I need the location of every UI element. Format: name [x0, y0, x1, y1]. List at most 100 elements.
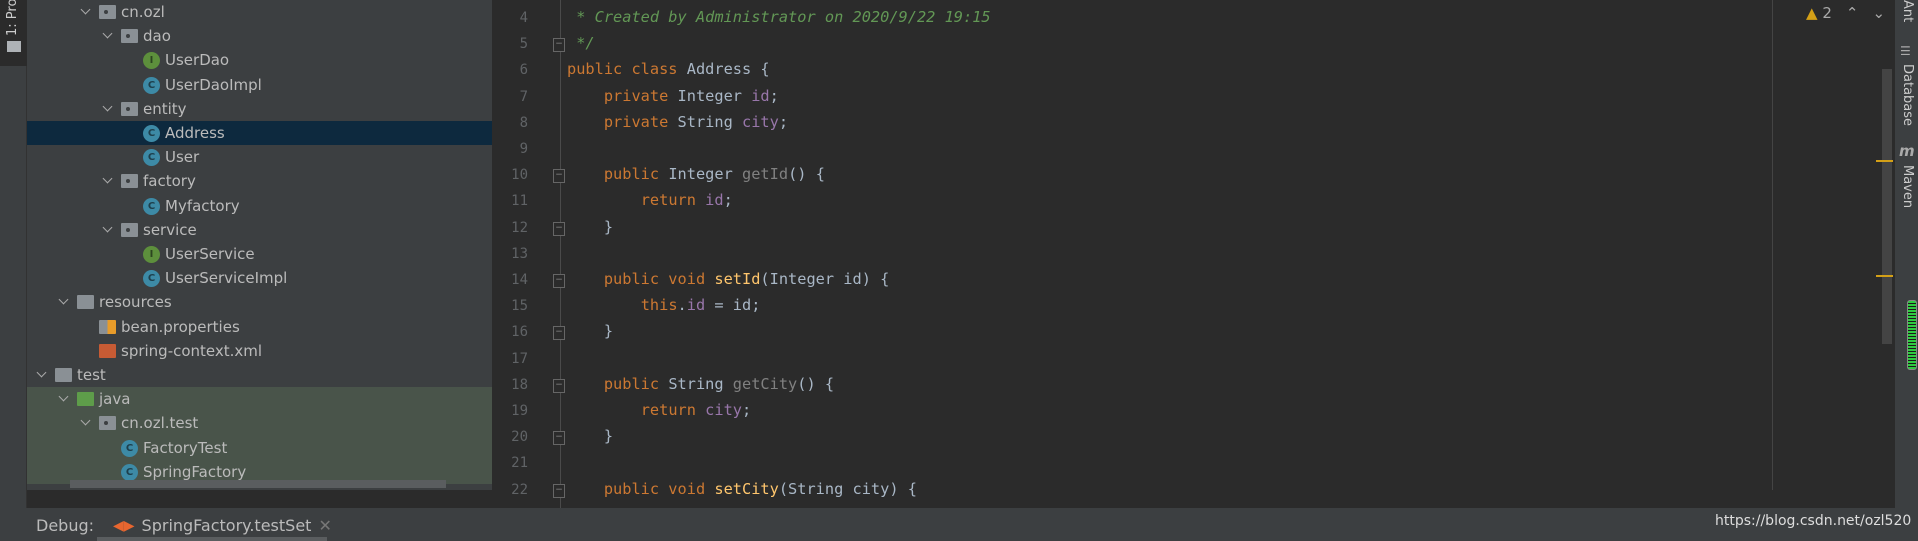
- code-line[interactable]: public void setId(Integer id) {: [567, 270, 890, 288]
- fold-marker-icon[interactable]: −: [553, 274, 565, 288]
- tree-item[interactable]: I UserDao: [27, 48, 492, 72]
- tree-item[interactable]: spring-context.xml: [27, 339, 492, 363]
- code-line[interactable]: this.id = id;: [567, 296, 761, 314]
- code-line[interactable]: public String getCity() {: [567, 375, 834, 393]
- tree-item[interactable]: dao: [27, 24, 492, 48]
- fold-marker-icon[interactable]: −: [553, 38, 565, 53]
- tree-item-label: cn.ozl: [121, 3, 165, 22]
- code-line[interactable]: * Created by Administrator on 2020/9/22 …: [567, 8, 990, 26]
- warning-marker[interactable]: [1876, 275, 1893, 277]
- memory-indicator[interactable]: [1907, 300, 1917, 370]
- tree-item-label: UserDao: [165, 51, 230, 70]
- fold-marker-icon[interactable]: −: [553, 221, 565, 236]
- next-highlight-icon[interactable]: ⌄: [1872, 4, 1885, 22]
- fold-marker-icon[interactable]: −: [553, 169, 565, 184]
- tree-item[interactable]: C Myfactory: [27, 194, 492, 218]
- class-icon: C: [143, 76, 160, 94]
- tree-item-label: FactoryTest: [143, 438, 228, 457]
- tree-item[interactable]: C FactoryTest: [27, 435, 492, 460]
- line-number: 7: [519, 88, 528, 105]
- line-number: 16: [511, 324, 528, 341]
- chevron-down-icon[interactable]: [37, 369, 47, 379]
- editor-scrollbar[interactable]: [1882, 69, 1892, 344]
- tree-item[interactable]: C UserDaoImpl: [27, 73, 492, 97]
- chevron-down-icon[interactable]: [59, 393, 69, 403]
- project-tool-tab[interactable]: 1: Project: [0, 0, 27, 66]
- package-icon: [121, 29, 138, 44]
- tree-item[interactable]: entity: [27, 97, 492, 121]
- test-folder-icon: [77, 392, 94, 407]
- tree-item-label: SpringFactory: [143, 462, 247, 481]
- debug-tab-underline: [97, 537, 327, 541]
- tree-item[interactable]: I UserService: [27, 242, 492, 266]
- close-icon[interactable]: ✕: [318, 516, 331, 535]
- code-line[interactable]: public void setCity(String city) {: [567, 480, 917, 498]
- code-line[interactable]: return city;: [567, 401, 752, 419]
- line-number: 13: [511, 245, 528, 262]
- fold-marker-icon[interactable]: −: [553, 431, 565, 446]
- debug-label: Debug:: [36, 516, 95, 535]
- debug-session-tab[interactable]: ◀▶ SpringFactory.testSet ✕: [113, 516, 332, 535]
- package-icon: [121, 174, 138, 189]
- line-number: 17: [511, 350, 528, 367]
- tree-item[interactable]: resources: [27, 290, 492, 314]
- chevron-down-icon[interactable]: [81, 417, 91, 427]
- tree-item[interactable]: service: [27, 218, 492, 242]
- chevron-down-icon[interactable]: [103, 103, 113, 113]
- ant-tool-tab[interactable]: Ant: [1900, 0, 1915, 22]
- tree-item-label: resources: [99, 293, 172, 312]
- line-number: 19: [511, 403, 528, 419]
- properties-file-icon: [99, 319, 116, 334]
- fold-marker-icon[interactable]: −: [553, 378, 565, 393]
- tree-item[interactable]: C UserServiceImpl: [27, 266, 492, 290]
- code-line[interactable]: return id;: [567, 191, 733, 209]
- tree-item[interactable]: java: [27, 387, 492, 412]
- tree-item[interactable]: C Address: [27, 121, 492, 146]
- tree-item[interactable]: bean.properties: [27, 315, 492, 339]
- warning-marker[interactable]: [1876, 160, 1893, 162]
- line-number: 9: [519, 141, 528, 157]
- code-line[interactable]: public Integer getId() {: [567, 165, 825, 183]
- code-line[interactable]: private Integer id;: [567, 87, 779, 105]
- package-icon: [99, 416, 116, 431]
- inspection-widget[interactable]: ▲ 2 ⌃ ⌄: [1806, 4, 1885, 22]
- test-class-icon: C: [121, 463, 138, 481]
- tree-item[interactable]: C User: [27, 145, 492, 169]
- tree-item[interactable]: cn.ozl.test: [27, 411, 492, 436]
- chevron-down-icon[interactable]: [103, 175, 113, 185]
- tree-item[interactable]: cn.ozl: [27, 0, 492, 24]
- tree-item[interactable]: factory: [27, 169, 492, 193]
- chevron-down-icon[interactable]: [81, 6, 91, 16]
- tree-item-label: dao: [143, 27, 171, 46]
- code-line[interactable]: }: [567, 427, 613, 445]
- code-line[interactable]: public class Address {: [567, 60, 770, 78]
- chevron-down-icon[interactable]: [59, 296, 69, 306]
- code-line[interactable]: }: [567, 218, 613, 236]
- fold-marker-icon[interactable]: −: [553, 326, 565, 341]
- package-icon: [99, 5, 116, 19]
- tree-item-label: factory: [143, 172, 196, 191]
- fold-marker-icon[interactable]: −: [553, 483, 565, 498]
- tree-item[interactable]: test: [27, 363, 492, 387]
- code-editor[interactable]: 4 * Created by Administrator on 2020/9/2…: [492, 0, 1895, 508]
- interface-icon: I: [143, 246, 160, 263]
- maven-tool-tab[interactable]: Maven: [1900, 165, 1915, 208]
- line-number: 12: [511, 219, 528, 236]
- folder-icon: [7, 41, 21, 52]
- package-icon: [121, 222, 138, 237]
- package-icon: [121, 101, 138, 116]
- tree-item-label: spring-context.xml: [121, 341, 263, 360]
- spring-xml-icon: [99, 343, 116, 358]
- previous-highlight-icon[interactable]: ⌃: [1846, 4, 1859, 22]
- code-line[interactable]: private String city;: [567, 113, 788, 131]
- warning-count: 2: [1822, 4, 1832, 22]
- code-line[interactable]: }: [567, 322, 613, 340]
- debug-tab-label: SpringFactory.testSet: [141, 516, 312, 535]
- tree-item-label: bean.properties: [121, 317, 240, 336]
- chevron-down-icon[interactable]: [103, 224, 113, 234]
- tree-horizontal-scrollbar[interactable]: [70, 480, 446, 488]
- database-tool-tab[interactable]: Database: [1900, 64, 1915, 126]
- chevron-down-icon[interactable]: [103, 30, 113, 40]
- line-number: 8: [519, 114, 528, 131]
- code-line[interactable]: */: [567, 34, 594, 52]
